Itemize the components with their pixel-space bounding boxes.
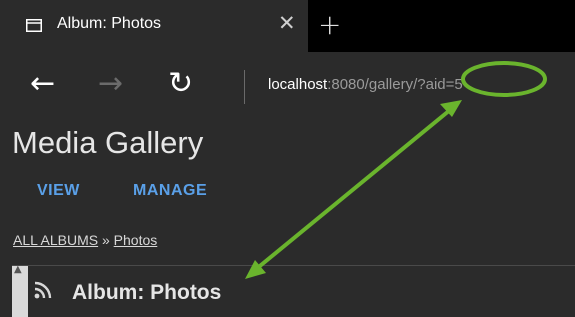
tab-page-icon (26, 19, 42, 32)
menu-manage-link[interactable]: MANAGE (133, 182, 207, 200)
scrollbar[interactable]: ▲ (12, 264, 28, 317)
url-path: :8080/gallery/?aid=5 (327, 76, 463, 93)
site-title: Media Gallery (12, 125, 204, 160)
toolbar-divider (244, 70, 245, 104)
address-bar[interactable]: localhost:8080/gallery/?aid=5 (268, 76, 463, 93)
address-toolbar: ← → ↻ localhost:8080/gallery/?aid=5 (0, 52, 575, 120)
breadcrumb-separator: » (98, 232, 114, 248)
close-icon[interactable]: ✕ (278, 11, 296, 35)
new-tab-button[interactable]: + (318, 8, 341, 41)
album-title: Album: Photos (72, 281, 222, 304)
back-arrow-icon[interactable]: ← (30, 66, 55, 101)
divider (12, 265, 575, 266)
tab-title: Album: Photos (57, 15, 162, 32)
refresh-icon[interactable]: ↻ (168, 66, 193, 101)
forward-arrow-icon[interactable]: → (98, 66, 123, 101)
breadcrumb: ALL ALBUMS » Photos (13, 232, 157, 248)
menu-view-link[interactable]: VIEW (37, 182, 80, 200)
url-host: localhost (268, 76, 328, 93)
breadcrumb-photos[interactable]: Photos (114, 232, 158, 248)
rss-feed-icon[interactable] (33, 280, 53, 300)
breadcrumb-all-albums[interactable]: ALL ALBUMS (13, 232, 98, 248)
page-content: Media Gallery VIEW MANAGE ALL ALBUMS » P… (0, 120, 575, 317)
browser-tab[interactable]: Album: Photos ✕ (0, 0, 308, 52)
scroll-up-icon[interactable]: ▲ (14, 264, 22, 275)
tab-bar: Album: Photos ✕ + (0, 0, 575, 52)
